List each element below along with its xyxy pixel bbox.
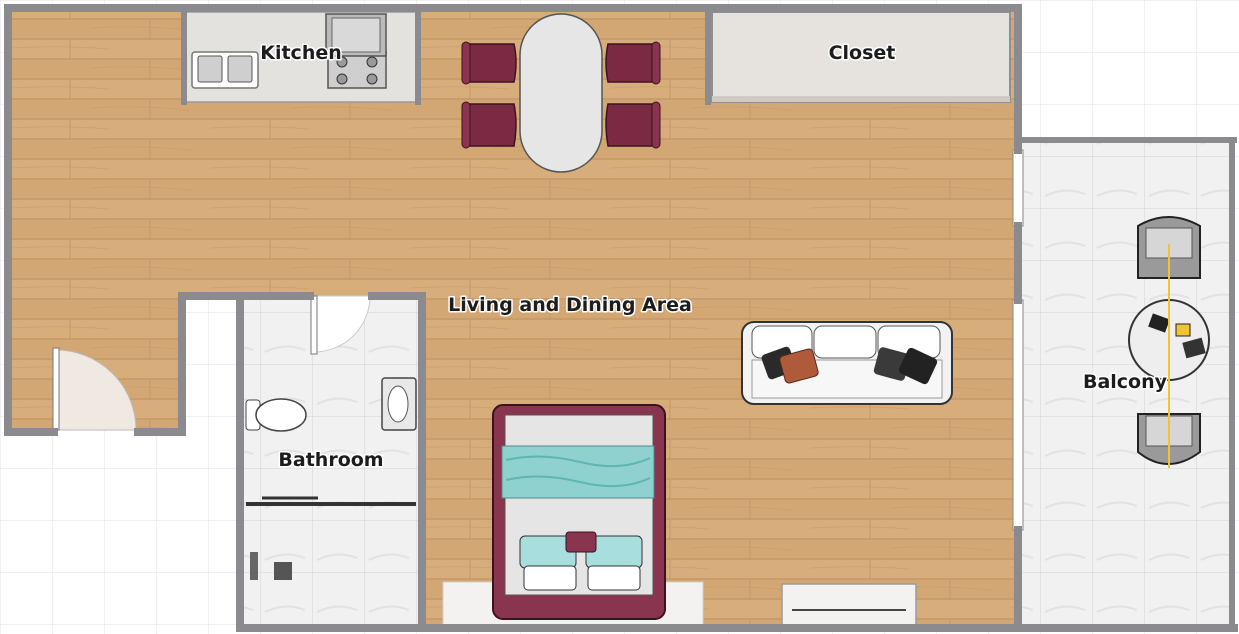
balcony-furniture [1128, 216, 1210, 468]
sliding-door-balcony[interactable] [1012, 299, 1024, 531]
room-label-kitchen: Kitchen [260, 42, 342, 64]
window-upper [1012, 149, 1024, 227]
room-label-balcony: Balcony [1083, 371, 1168, 393]
sofa [741, 321, 953, 405]
room-label-bathroom: Bathroom [278, 449, 383, 471]
tv-console [781, 583, 917, 627]
floor-plan: Kitchen Closet Living and Dining Area Ba… [0, 0, 1239, 634]
room-label-closet: Closet [829, 42, 896, 64]
room-label-living: Living and Dining Area [448, 294, 692, 316]
